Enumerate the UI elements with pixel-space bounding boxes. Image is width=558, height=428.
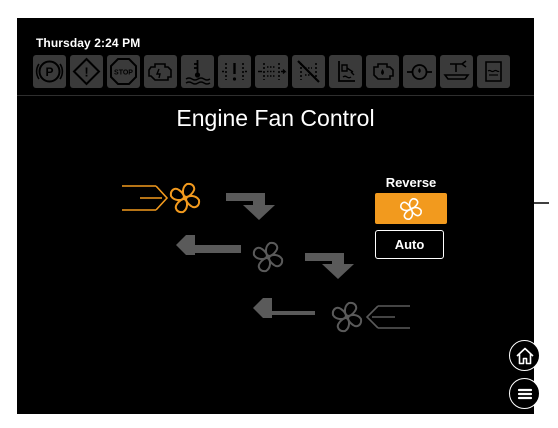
regen-inhibit-icon[interactable] — [292, 55, 325, 88]
transmission-icon[interactable] — [440, 55, 473, 88]
svg-text:P: P — [45, 65, 53, 79]
svg-text:STOP: STOP — [114, 70, 133, 77]
reverse-fan-button[interactable] — [375, 193, 447, 224]
fan-mode-label: Reverse — [385, 175, 437, 190]
park-brake-icon[interactable]: P — [33, 55, 66, 88]
auto-fan-button[interactable]: Auto — [375, 230, 444, 259]
fan-icon — [400, 197, 422, 220]
oil-pressure-icon[interactable] — [403, 55, 436, 88]
header-divider — [17, 95, 534, 96]
menu-button[interactable] — [509, 378, 540, 409]
coolant-temp-icon[interactable] — [181, 55, 214, 88]
home-button[interactable] — [509, 340, 540, 371]
engine-icon[interactable] — [144, 55, 177, 88]
dpf-regen-icon[interactable] — [218, 55, 251, 88]
menu-icon — [517, 388, 532, 399]
svg-text:!: ! — [84, 65, 88, 80]
status-datetime: Thursday 2:24 PM — [36, 36, 141, 50]
callout-arrow — [449, 196, 549, 210]
warning-icon[interactable]: ! — [70, 55, 103, 88]
home-icon — [515, 347, 534, 364]
dpf-filter-icon[interactable] — [255, 55, 288, 88]
def-level-icon[interactable] — [329, 55, 362, 88]
page-title: Engine Fan Control — [176, 105, 375, 131]
engine-oil-icon[interactable] — [366, 55, 399, 88]
stop-icon[interactable]: STOP — [107, 55, 140, 88]
fuel-water-icon[interactable] — [477, 55, 510, 88]
